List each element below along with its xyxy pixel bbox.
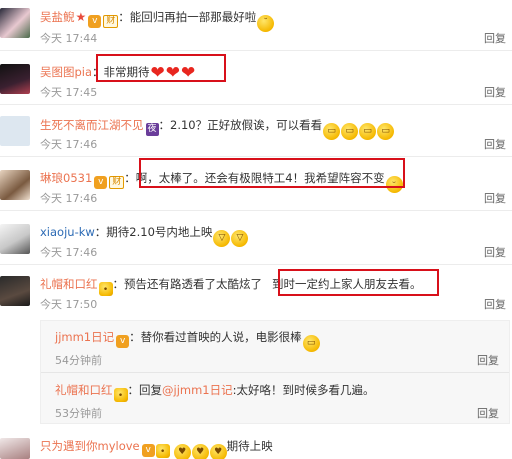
smirk-emoji-icon: ˘ bbox=[257, 15, 275, 32]
reply-button[interactable]: 回复 bbox=[484, 138, 506, 152]
reply-button[interactable]: 回复 bbox=[484, 298, 506, 312]
comment-time: 今天 17:50 bbox=[40, 298, 98, 311]
comment-text: ：2.10？正好放假诶，可以看看 bbox=[158, 118, 323, 132]
comment-text: ：预告还有路透看了太酷炫了 bbox=[112, 277, 263, 291]
wealth-badge-icon: 财 bbox=[109, 176, 125, 189]
commenter-name[interactable]: 生死不离而江湖不见 bbox=[40, 118, 144, 132]
grin-emoji-icon: ▭ bbox=[341, 123, 359, 140]
avatar[interactable] bbox=[0, 170, 30, 200]
wealth-badge-icon: 财 bbox=[103, 15, 119, 28]
mention-link[interactable]: @jjmm1日记 bbox=[162, 383, 233, 397]
grin-emoji-icon: ▭ bbox=[323, 123, 341, 140]
comment-row-1: 吴盐鲵★ v 财：能回归再拍一部那最好啦 ˘ 今天 17:44 回复 bbox=[0, 0, 512, 50]
commenter-name[interactable]: 礼帽和口红 bbox=[40, 277, 98, 291]
avatar[interactable] bbox=[0, 8, 30, 38]
vip-icon: v bbox=[116, 335, 130, 348]
comment-text: ：期待2.10号内地上映 bbox=[94, 225, 213, 239]
comment-time: 今天 17:44 bbox=[40, 32, 98, 45]
comment-text: 期待上映 bbox=[226, 439, 273, 453]
reply-button[interactable]: 回复 bbox=[484, 246, 506, 260]
reply-button[interactable]: 回复 bbox=[484, 86, 506, 100]
comment-time: 今天 17:45 bbox=[40, 86, 98, 99]
commenter-name[interactable]: xiaoju-kw bbox=[40, 225, 95, 239]
comment-row-2: 吴图图pia：非常期待❤❤❤ 今天 17:45 回复 bbox=[0, 50, 512, 104]
chick-badge-icon: • bbox=[113, 388, 128, 402]
reply-button[interactable]: 回复 bbox=[477, 352, 499, 368]
commenter-name[interactable]: 吴图图pia bbox=[40, 65, 92, 79]
comment-time: 今天 17:46 bbox=[40, 246, 98, 259]
divider bbox=[41, 372, 509, 373]
comment-row-7: 只为遇到你mylove v • ♥ ♥ ♥ 期待上映 bbox=[0, 432, 512, 459]
reply-text: :太好咯！到时候多看几遍。 bbox=[232, 383, 375, 397]
chick-badge-icon: • bbox=[98, 282, 113, 296]
comment-time: 今天 17:46 bbox=[40, 138, 98, 151]
heart-eyes-emoji-icon: ♥ bbox=[191, 444, 209, 459]
shy-emoji-icon: ▽ bbox=[213, 230, 231, 247]
reply-button[interactable]: 回复 bbox=[484, 32, 506, 46]
grin-emoji-icon: ▭ bbox=[377, 123, 395, 140]
avatar[interactable] bbox=[0, 64, 30, 94]
reply-time: 53分钟前 bbox=[55, 407, 102, 420]
highlight-box bbox=[278, 269, 439, 296]
night-badge-icon: 夜 bbox=[145, 123, 159, 136]
reply-button[interactable]: 回复 bbox=[477, 405, 499, 421]
reply-time: 54分钟前 bbox=[55, 354, 102, 367]
reply-text: ：替你看过首映的人说，电影很棒 bbox=[129, 330, 302, 344]
chick-badge-icon: • bbox=[155, 444, 170, 458]
grin-emoji-icon: ▭ bbox=[302, 335, 320, 352]
vip-icon: v bbox=[141, 444, 155, 457]
reply-button[interactable]: 回复 bbox=[484, 192, 506, 206]
highlight-box bbox=[96, 54, 226, 82]
heart-eyes-emoji-icon: ♥ bbox=[209, 444, 227, 459]
shy-emoji-icon: ▽ bbox=[231, 230, 249, 247]
commenter-name[interactable]: 只为遇到你mylove bbox=[40, 439, 140, 453]
commenter-name[interactable]: 琳琅0531 bbox=[40, 171, 92, 185]
highlight-box bbox=[139, 158, 405, 188]
reply-prefix: ：回复 bbox=[127, 383, 163, 397]
commenter-name[interactable]: 礼帽和口红 bbox=[55, 383, 113, 397]
comment-text: ：能回归再拍一部那最好啦 bbox=[118, 10, 257, 24]
commenter-name[interactable]: 吴盐鲵 bbox=[40, 10, 75, 24]
sub-reply-panel: jjmm1日记 v ：替你看过首映的人说，电影很棒 ▭ 54分钟前 回复 礼帽和口红 •… bbox=[40, 320, 510, 424]
star-icon: ★ bbox=[75, 10, 87, 24]
comment-time: 今天 17:46 bbox=[40, 192, 98, 205]
avatar[interactable] bbox=[0, 116, 30, 146]
vip-icon: v bbox=[94, 176, 108, 189]
avatar[interactable] bbox=[0, 438, 30, 459]
vip-icon: v bbox=[88, 15, 102, 28]
grin-emoji-icon: ▭ bbox=[359, 123, 377, 140]
avatar[interactable] bbox=[0, 276, 30, 306]
heart-eyes-emoji-icon: ♥ bbox=[173, 444, 191, 459]
avatar[interactable] bbox=[0, 224, 30, 254]
comment-row-3: 生死不离而江湖不见夜：2.10？正好放假诶，可以看看 ▭ ▭ ▭ ▭ 今天 17:46 … bbox=[0, 104, 512, 156]
commenter-name[interactable]: jjmm1日记 bbox=[55, 330, 114, 344]
comment-row-5: xiaoju-kw：期待2.10号内地上映 ▽ ▽ 今天 17:46 回复 bbox=[0, 210, 512, 264]
